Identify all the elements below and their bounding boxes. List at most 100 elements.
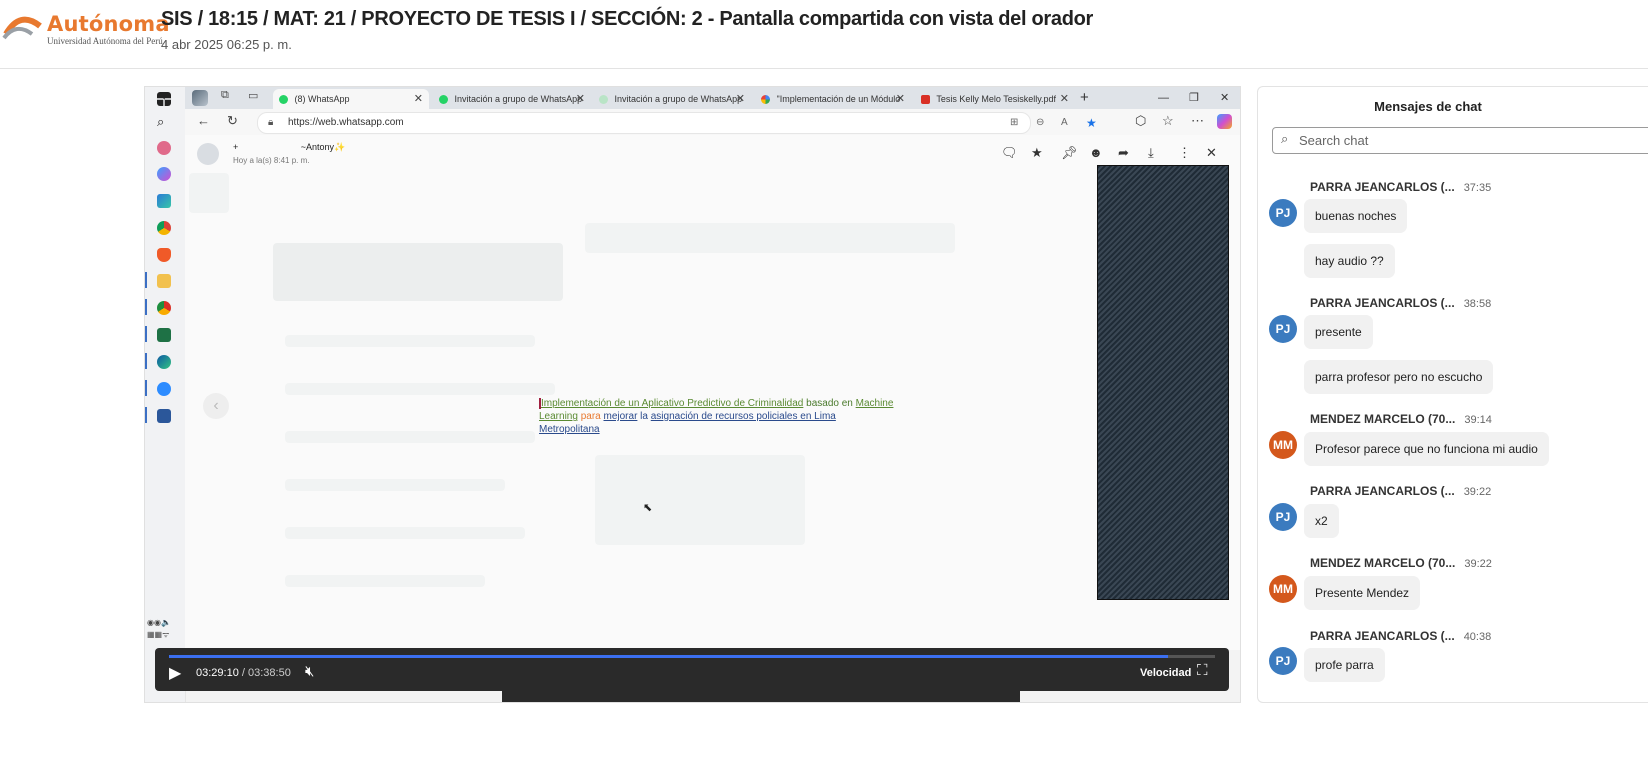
restore-icon[interactable]: ❐ xyxy=(1189,87,1199,109)
message-author: PARRA JEANCARLOS (... 39:22 xyxy=(1310,484,1492,498)
message-author: MENDEZ MARCELO (70... 39:22 xyxy=(1310,556,1492,570)
logo-mark-icon xyxy=(2,16,42,40)
seek-bar[interactable] xyxy=(169,655,1215,658)
speed-button[interactable]: Velocidad xyxy=(1140,667,1191,679)
download-icon[interactable]: ⤓ xyxy=(1148,145,1154,161)
total-time: 03:38:50 xyxy=(248,667,291,679)
reply-icon[interactable]: 🗨︎ xyxy=(1001,145,1018,161)
video-player[interactable]: ⌕ ◉◉🔈▦▦ᯤ ⧉ ▭ (8) WhatsApp ✕ Invitación xyxy=(144,86,1241,703)
zoom-icon[interactable]: ⊖ xyxy=(1036,113,1044,133)
contact-timestamp: Hoy a la(s) 8:41 p. m. xyxy=(233,156,310,165)
close-tab-icon[interactable]: ✕ xyxy=(736,89,745,109)
back-icon[interactable]: ← xyxy=(197,113,210,128)
time-display: 03:29:10 / 03:38:50 xyxy=(196,667,291,679)
tab-label: (8) WhatsApp xyxy=(294,94,350,104)
chat-panel: Mensajes de chat ⌕ Search chat PARRA JEA… xyxy=(1257,86,1648,703)
recording-date: 4 abr 2025 06:25 p. m. xyxy=(161,37,292,52)
profile-icon[interactable] xyxy=(192,90,208,106)
edge-dev-icon xyxy=(157,194,171,208)
player-controls: ▶ 03:29:10 / 03:38:50 🔇︎ Velocidad ⛶ xyxy=(155,648,1229,691)
app-available-icon[interactable]: ⊞ xyxy=(1010,113,1018,133)
close-tab-icon[interactable]: ✕ xyxy=(1060,89,1069,109)
lock-icon: 🔒︎ xyxy=(268,117,274,128)
minimize-icon[interactable]: — xyxy=(1158,87,1169,109)
workspaces-icon[interactable]: ⧉ xyxy=(221,89,229,102)
extensions-icon[interactable]: ⬡ xyxy=(1135,113,1146,129)
message-bubble: profe parra xyxy=(1304,648,1385,682)
avatar: PJ xyxy=(1269,503,1297,531)
chrome-icon xyxy=(157,221,171,235)
more-options-icon[interactable]: ⋮ xyxy=(1178,145,1191,161)
url-text: https://web.whatsapp.com xyxy=(288,117,404,128)
windows-start-icon xyxy=(157,92,171,106)
close-icon[interactable]: ✕ xyxy=(1206,145,1217,161)
seek-bar-fill xyxy=(169,655,1168,658)
search-chat-input[interactable]: ⌕ Search chat xyxy=(1272,127,1648,154)
brave-icon xyxy=(157,248,171,262)
tab-pdf[interactable]: Tesis Kelly Melo Tesiskelly.pdf ✕ xyxy=(915,89,1075,109)
emoji-icon[interactable]: ☻ xyxy=(1089,145,1103,160)
refresh-icon[interactable]: ↻ xyxy=(227,113,238,129)
tab-whatsapp-invite-1[interactable]: Invitación a grupo de WhatsApp ✕ xyxy=(433,89,591,109)
edge-icon xyxy=(157,355,171,369)
media-caption: Implementación de un Aplicativo Predicti… xyxy=(539,398,894,435)
message-bubble: parra profesor pero no escucho xyxy=(1304,360,1494,394)
mute-icon[interactable]: 🔇︎ xyxy=(305,663,314,680)
message-bubble: hay audio ?? xyxy=(1304,244,1395,278)
copilot-icon xyxy=(157,167,171,181)
tab-actions-icon[interactable]: ▭ xyxy=(248,89,258,102)
avatar: PJ xyxy=(1269,199,1297,227)
file-explorer-icon xyxy=(157,274,171,288)
media-viewer-header: + ~Antony✨ Hoy a la(s) 8:41 p. m. 🗨︎ ★ 📌… xyxy=(185,135,1240,171)
search-placeholder: Search chat xyxy=(1299,133,1369,148)
browser-address-bar: ← ↻ 🔒︎ https://web.whatsapp.com ⊞ ⊖ A ★ … xyxy=(185,109,1240,136)
mouse-cursor: ⬉ xyxy=(643,502,653,514)
snipping-tool-icon xyxy=(157,141,171,155)
word-icon xyxy=(157,409,171,423)
page-title: SIS / 18:15 / MAT: 21 / PROYECTO DE TESI… xyxy=(161,8,1094,30)
fullscreen-icon[interactable]: ⛶ xyxy=(1197,662,1208,679)
chrome-canary-icon xyxy=(157,301,171,315)
message-author: PARRA JEANCARLOS (... 37:35 xyxy=(1310,180,1492,194)
tab-whatsapp-invite-2[interactable]: Invitación a grupo de WhatsApp ✕ xyxy=(593,89,751,109)
search-icon: ⌕ xyxy=(157,114,165,129)
tab-label: Invitación a grupo de WhatsApp xyxy=(454,94,583,104)
close-tab-icon[interactable]: ✕ xyxy=(414,89,423,109)
google-icon xyxy=(761,95,770,105)
favorites-icon[interactable]: ☆ xyxy=(1162,113,1174,129)
avatar: MM xyxy=(1269,575,1297,603)
avatar: PJ xyxy=(1269,315,1297,343)
contact-name: + ~Antony✨ xyxy=(233,142,346,152)
university-logo[interactable]: Autónoma Universidad Autónoma del Perú xyxy=(2,10,170,50)
logo-subtitle: Universidad Autónoma del Perú xyxy=(47,36,163,46)
avatar: MM xyxy=(1269,431,1297,459)
star-icon[interactable]: ★ xyxy=(1031,145,1043,161)
current-time: 03:29:10 xyxy=(196,667,239,679)
forward-icon[interactable]: ➦ xyxy=(1118,145,1129,161)
tab-google-search[interactable]: "Implementación de un Módulo d ✕ xyxy=(755,89,911,109)
close-window-icon[interactable]: ✕ xyxy=(1220,87,1229,109)
play-icon[interactable]: ▶ xyxy=(169,663,181,683)
new-tab-icon[interactable]: + xyxy=(1080,87,1089,109)
close-tab-icon[interactable]: ✕ xyxy=(576,89,585,109)
message-author: PARRA JEANCARLOS (... 40:38 xyxy=(1310,629,1492,643)
more-options-icon[interactable]: ⋯ xyxy=(1191,113,1204,129)
whatsapp-icon xyxy=(439,95,448,105)
read-aloud-icon[interactable]: A xyxy=(1061,113,1068,133)
message-author: MENDEZ MARCELO (70... 39:14 xyxy=(1310,412,1492,426)
copilot-icon[interactable] xyxy=(1217,114,1232,129)
tab-label: Invitación a grupo de WhatsApp xyxy=(614,94,743,104)
pin-icon[interactable]: 📌︎ xyxy=(1061,145,1078,161)
whatsapp-icon xyxy=(279,95,288,105)
tab-label: "Implementación de un Módulo d xyxy=(776,94,901,104)
contact-avatar xyxy=(197,143,219,165)
favorite-star-icon[interactable]: ★ xyxy=(1086,113,1097,133)
previous-media-icon[interactable]: ‹ xyxy=(203,393,229,419)
browser-tab-strip: ⧉ ▭ (8) WhatsApp ✕ Invitación a grupo de… xyxy=(185,87,1240,109)
close-tab-icon[interactable]: ✕ xyxy=(896,89,905,109)
url-field[interactable]: 🔒︎ https://web.whatsapp.com ⊞ ⊖ A ★ xyxy=(257,112,1097,134)
tab-whatsapp[interactable]: (8) WhatsApp ✕ xyxy=(273,89,429,109)
windows-taskbar: ⌕ ◉◉🔈 ▦▦ᯤ xyxy=(145,87,186,702)
media-image xyxy=(1097,165,1229,600)
logo-brand: Autónoma xyxy=(47,12,170,36)
